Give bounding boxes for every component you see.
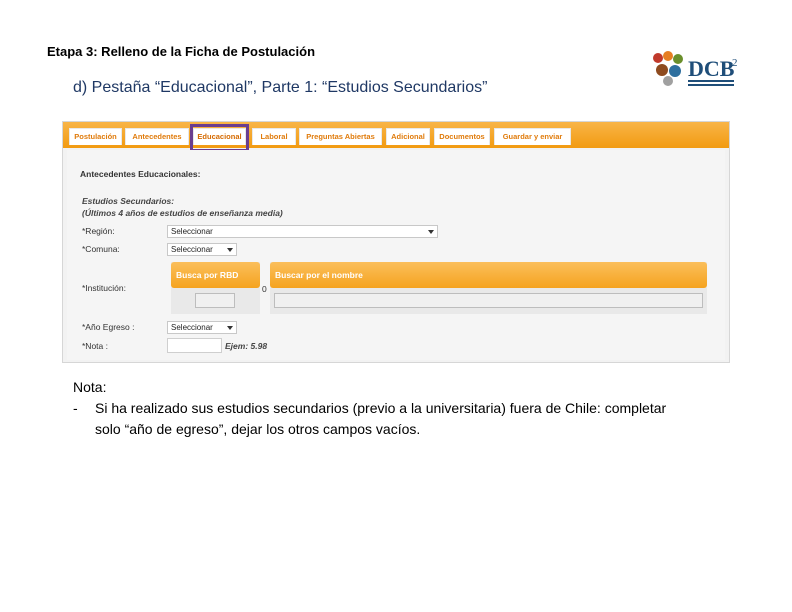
subsection-note: (Últimos 4 años de estudios de enseñanza…: [82, 208, 283, 218]
comuna-select[interactable]: Seleccionar: [167, 243, 237, 256]
institucion-label: *Institución:: [82, 283, 126, 293]
dcb-logo-icon: DCB 2: [653, 51, 738, 86]
busca-rbd-button[interactable]: Busca por RBD: [171, 262, 260, 288]
nota-input[interactable]: [167, 338, 222, 353]
tab-adicional[interactable]: Adicional: [386, 128, 430, 145]
logo-superscript: 2: [732, 57, 738, 69]
note-text: Si ha realizado sus estudios secundarios…: [95, 400, 667, 437]
form-panel: Antecedentes Educacionales: Estudios Sec…: [67, 150, 725, 360]
tab-postulacion[interactable]: Postulación: [69, 128, 122, 145]
section-title: Antecedentes Educacionales:: [80, 169, 201, 179]
note-title: Nota:: [73, 379, 107, 395]
region-select-value: Seleccionar: [171, 227, 213, 236]
active-tab-highlight: [190, 124, 249, 152]
chevron-down-icon: [428, 230, 434, 234]
dcb-logo: DCB 2: [648, 46, 744, 92]
tab-antecedentes[interactable]: Antecedentes: [125, 128, 189, 145]
tab-preguntas-abiertas[interactable]: Preguntas Abiertas: [299, 128, 382, 145]
logo-text: DCB: [688, 56, 735, 81]
subsection-title: Estudios Secundarios:: [82, 196, 175, 206]
page-heading: Etapa 3: Relleno de la Ficha de Postulac…: [47, 44, 316, 59]
section-subheading: d) Pestaña “Educacional”, Parte 1: “Estu…: [73, 79, 488, 96]
rbd-input[interactable]: [195, 293, 235, 308]
chevron-down-icon: [227, 248, 233, 252]
egreso-select[interactable]: Seleccionar: [167, 321, 237, 334]
tab-laboral[interactable]: Laboral: [252, 128, 296, 145]
comuna-select-value: Seleccionar: [171, 245, 213, 254]
tab-bar: Postulación Antecedentes Educacional Lab…: [63, 122, 729, 148]
egreso-select-value: Seleccionar: [171, 323, 213, 332]
nota-example: Ejem: 5.98: [225, 341, 268, 351]
comuna-label: *Comuna:: [82, 244, 120, 254]
tab-documentos[interactable]: Documentos: [434, 128, 490, 145]
tab-guardar-enviar[interactable]: Guardar y enviar: [494, 128, 571, 145]
rbd-counter: 0: [262, 284, 267, 294]
form-screenshot: Postulación Antecedentes Educacional Lab…: [62, 121, 730, 363]
nombre-input[interactable]: [274, 293, 703, 308]
chevron-down-icon: [227, 326, 233, 330]
region-label: *Región:: [82, 226, 115, 236]
note-dash: -: [73, 400, 78, 416]
egreso-label: *Año Egreso :: [82, 322, 135, 332]
buscar-nombre-button[interactable]: Buscar por el nombre: [270, 262, 707, 288]
region-select[interactable]: Seleccionar: [167, 225, 438, 238]
nota-label: *Nota :: [82, 341, 108, 351]
